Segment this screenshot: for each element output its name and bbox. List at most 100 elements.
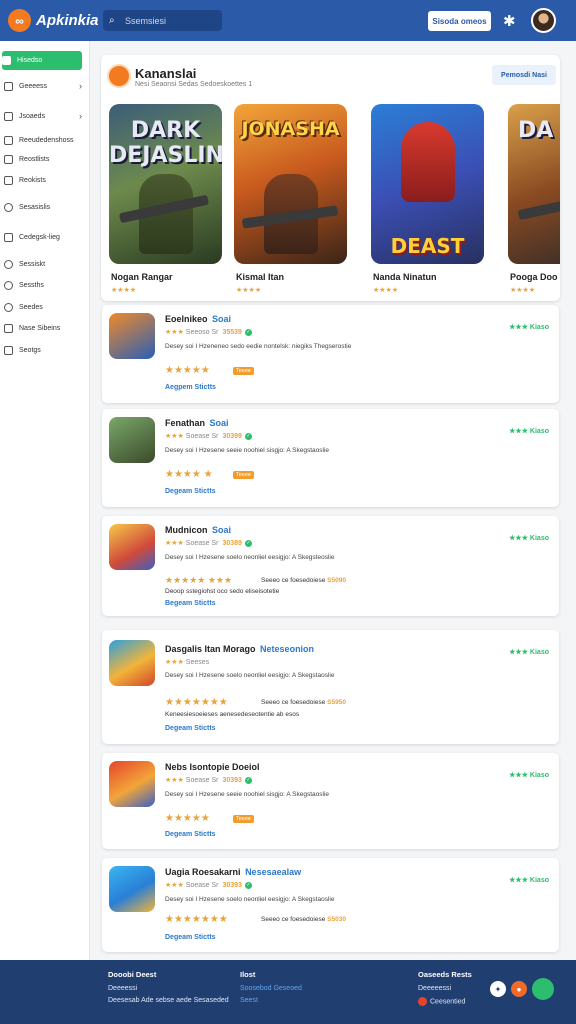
app-details-link[interactable]: Degeam Stictts	[165, 725, 216, 732]
app-list-item[interactable]: Eoelnikeo Soai ★★★ Seeoso Sr 35539 ✓ Desey…	[102, 305, 559, 403]
meta-stars: ★★★	[165, 659, 184, 666]
sidebar-item-rankings[interactable]: Reokists	[4, 171, 84, 189]
app-extra-line: Deoop sstegiohst oco sedo eliseisotetie	[165, 588, 280, 595]
news-icon	[4, 259, 13, 269]
app-details-link[interactable]: Degeam Stictts	[165, 488, 216, 495]
app-meta: ★★★ Soease Sr 30393 ✓	[165, 776, 252, 784]
app-rating: ★★★★★ ★★★	[165, 575, 233, 585]
sidebar-item-recommendations[interactable]: Reeudedenshoss	[4, 131, 84, 149]
meta-count: 30389	[222, 540, 242, 547]
meta-count: 30399	[222, 433, 242, 440]
footer-column: Ilost Soosebod Geseoed Seest	[240, 970, 302, 1009]
game-rating-stars: ★★★★	[373, 287, 399, 294]
featured-game-card[interactable]: JONASHA Kismal Itan ★★★★	[234, 104, 347, 294]
app-price-info: Seeeo ce foesedoiese S5950	[261, 699, 346, 706]
app-description: Desey soi I Hzesene seeie noohiel sisgjo…	[165, 447, 330, 454]
price-label: Seeeo ce foesedoiese	[261, 916, 326, 923]
app-thumbnail	[109, 524, 155, 570]
featured-game-card[interactable]: DARK DEJASLIN Nogan Rangar ★★★★	[109, 104, 222, 294]
verified-icon: ✓	[244, 776, 252, 784]
game-art-image: JONASHA	[234, 104, 347, 264]
footer-link[interactable]: Deeeeessi	[418, 985, 472, 992]
chevron-right-icon: ›	[79, 81, 82, 91]
sidebar-item-label: Sesasislis	[19, 203, 51, 211]
sidebar-item-label: Seedes	[19, 303, 43, 311]
sidebar-item-new-releases[interactable]: Nase Sibeins	[4, 319, 84, 337]
app-list-item[interactable]: Nebs Isontopie Doeiol ★★★ Soease Sr 30393…	[102, 753, 559, 849]
logo-text[interactable]: Apkinkia	[36, 12, 99, 29]
sidebar-item-settings[interactable]: Seotgs	[4, 341, 84, 359]
sidebar-item-saved[interactable]: Seedes	[4, 298, 84, 316]
apps-icon	[4, 111, 13, 121]
app-list-item[interactable]: Dasgalis Itan Morago Neteseonion ★★★ See…	[102, 630, 559, 744]
app-thumbnail	[109, 313, 155, 359]
game-name: Nogan Rangar	[111, 272, 173, 282]
share-icon[interactable]: ✦	[490, 981, 506, 997]
sidebar-item-search[interactable]: Sessths	[4, 276, 84, 294]
app-title-text: Dasgalis Itan Morago	[165, 644, 256, 654]
app-description: Desey soi I Hzesene soelo neonliel eesig…	[165, 672, 335, 679]
app-score: ★★★ Kiaso	[509, 535, 549, 542]
sidebar-item-label: Sessiskt	[19, 260, 46, 268]
app-title-text: Mudnicon	[165, 525, 208, 535]
header-action-button[interactable]: Sisoda omeos	[428, 11, 491, 31]
game-name: Kismal Itan	[236, 272, 285, 282]
footer-link[interactable]: Deeeessi	[108, 985, 229, 992]
app-meta: ★★★ Seeoso Sr 35539 ✓	[165, 328, 252, 336]
social-icon[interactable]: ●	[511, 981, 527, 997]
sidebar-item-categories[interactable]: Cedegsk-lieg	[4, 228, 84, 246]
featured-game-card[interactable]: DEAST Nanda Ninatun ★★★★	[371, 104, 484, 294]
sidebar-item-label: Nase Sibeins	[19, 324, 61, 332]
youtube-icon	[418, 997, 427, 1006]
featured-see-all-button[interactable]: Pemosdi Nasi	[492, 65, 556, 85]
price-value: S5950	[327, 699, 346, 706]
app-details-link[interactable]: Degeam Stictts	[165, 831, 216, 838]
sidebar-item-label: Geeeess	[19, 82, 48, 90]
app-score: ★★★ Kiaso	[509, 649, 549, 656]
footer-column: Dooobi Deest Deeeessi Deesesab Ade sebse…	[108, 970, 229, 1009]
footer-heading: Oaseeds Rests	[418, 970, 472, 979]
app-list-item[interactable]: Uagia Roesakarni Nesesaealaw ★★★ Soease …	[102, 858, 559, 952]
footer-heading: Ilost	[240, 970, 256, 979]
logo-icon[interactable]: ∞	[8, 9, 31, 32]
game-weapon	[517, 197, 560, 221]
app-description: Desey soi I Hzesene soelo neonliel eesig…	[165, 896, 335, 903]
sidebar-item-label: Cedegsk-lieg	[19, 233, 60, 241]
app-score: ★★★ Kiaso	[509, 428, 549, 435]
sidebar-item-home[interactable]: Hisedso	[2, 51, 82, 70]
app-rating: ★★★★★★★	[165, 697, 228, 708]
sidebar-item-specials[interactable]: Sesasislis	[4, 198, 84, 216]
sidebar-item-games[interactable]: Geeeess ›	[4, 77, 84, 95]
verified-icon: ✓	[244, 881, 252, 889]
app-rating: ★★★★★★★	[165, 914, 228, 925]
search-icon	[4, 280, 13, 290]
avatar[interactable]	[531, 8, 556, 33]
footer-link[interactable]: Soosebod Geseoed	[240, 985, 302, 992]
footer-link[interactable]: Deesesab Ade sebse aede Sesaseded	[108, 997, 229, 1004]
app-details-link[interactable]: Begeam Stictts	[165, 600, 216, 607]
app-score: ★★★ Kiaso	[509, 877, 549, 884]
app-list-item[interactable]: Mudnicon Soai ★★★ Soease Sr 30389 ✓ Desey …	[102, 516, 559, 616]
app-list-item[interactable]: Fenathan Soai ★★★ Soease Sr 30399 ✓ Desey …	[102, 409, 559, 507]
footer-link-with-icon[interactable]: Ceesentied	[418, 997, 472, 1006]
app-details-link[interactable]: Aegpem Stictts	[165, 384, 216, 391]
featured-game-card[interactable]: DA Pooga Doo ★★★★	[508, 104, 560, 294]
gear-icon[interactable]: ✱	[503, 12, 516, 30]
app-rating: ★★★★★	[165, 813, 210, 824]
footer-link[interactable]: Seest	[240, 997, 302, 1004]
featured-icon	[107, 64, 131, 88]
price-value: S5030	[327, 916, 346, 923]
sidebar-item-top-lists[interactable]: Reostlists	[4, 150, 84, 168]
search-input[interactable]: ⌕ Ssemsiesi	[103, 10, 222, 31]
game-rating-stars: ★★★★	[236, 287, 262, 294]
app-description: Desey soi I Hzesene seeie noohiel sisgjo…	[165, 791, 330, 798]
app-thumbnail	[109, 761, 155, 807]
app-title: Uagia Roesakarni Nesesaealaw	[165, 867, 301, 877]
app-title-text: Fenathan	[165, 418, 206, 428]
sidebar-item-apps[interactable]: Jsoaeds ›	[4, 107, 84, 125]
app-details-link[interactable]: Degeam Stictts	[165, 934, 216, 941]
sidebar-item-news[interactable]: Sessiskt	[4, 255, 84, 273]
app-title: Fenathan Soai	[165, 418, 229, 428]
avatar[interactable]	[532, 978, 554, 1000]
verified-icon: ✓	[244, 328, 252, 336]
